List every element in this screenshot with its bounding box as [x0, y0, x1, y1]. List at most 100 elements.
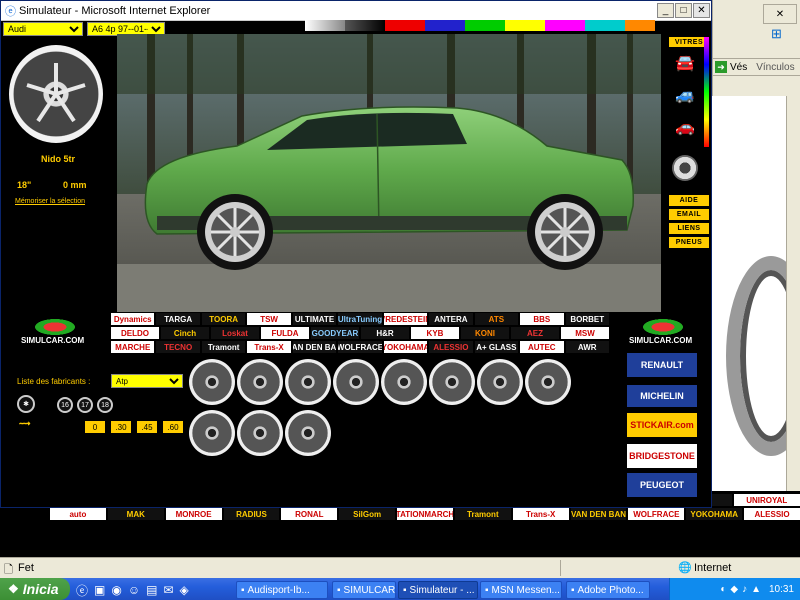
wheel-style-icon[interactable]: ✱ — [17, 395, 35, 413]
color-swatch[interactable] — [425, 20, 465, 31]
color-swatch[interactable] — [465, 20, 505, 31]
brand-logo[interactable]: ALESSIO — [429, 341, 473, 353]
peugeot-logo[interactable]: PEUGEOT — [627, 473, 697, 497]
brand-logo[interactable]: TOORA — [201, 313, 246, 325]
brand-logo[interactable]: GOODYEAR — [311, 327, 359, 339]
brand-logo[interactable]: ALESSIO — [744, 508, 800, 520]
michelin-logo[interactable]: MICHELIN — [627, 385, 697, 407]
wheel-thumbnail[interactable] — [429, 359, 475, 405]
wheel-thumbnail[interactable] — [189, 359, 235, 405]
car-view-icon[interactable]: 🚘 — [669, 53, 701, 73]
brand-logo[interactable]: UltraTuning — [338, 313, 382, 325]
brand-logo[interactable]: VAN DEN BAN — [292, 341, 337, 353]
ie-icon[interactable]: ⓔ — [76, 582, 88, 599]
brand-logo[interactable]: MARCHE — [111, 341, 155, 353]
stickair-logo[interactable]: STICKAIR.com — [627, 413, 697, 437]
media-icon[interactable]: ◉ — [111, 583, 121, 597]
brand-logo[interactable]: RADIUS — [223, 508, 280, 520]
wheel-size-button[interactable]: 18 — [97, 397, 113, 413]
background-scrollbar[interactable] — [786, 96, 800, 491]
minimize-button[interactable]: _ — [657, 3, 674, 18]
wheel-thumbnail[interactable] — [285, 410, 331, 456]
close-button[interactable]: ✕ — [693, 3, 710, 18]
go-button[interactable]: Vés — [730, 62, 747, 73]
volume-icon[interactable]: ♪ — [742, 584, 747, 595]
taskbar-button[interactable]: ▪ Audisport-Ib... — [236, 581, 328, 599]
offset-button[interactable]: .30 — [111, 421, 131, 433]
taskbar-button[interactable]: ▪ Adobe Photo... — [566, 581, 650, 599]
app-icon-2[interactable]: ◈ — [180, 583, 189, 597]
brand-logo[interactable]: TECNO — [156, 341, 200, 353]
brand-logo[interactable]: STATIONMARCHE — [397, 508, 453, 520]
folder-icon[interactable]: ▤ — [146, 583, 157, 597]
brand-logo[interactable]: BORBET — [565, 313, 609, 325]
color-swatch[interactable] — [545, 20, 585, 31]
taskbar-button[interactable]: ▪ MSN Messen... — [480, 581, 562, 599]
taskbar-button[interactable]: ▪SIMULCAR.C... — [332, 581, 396, 599]
brand-logo[interactable]: YOKOHAMA — [383, 341, 428, 353]
brand-logo[interactable]: AEZ — [511, 327, 559, 339]
brand-logo[interactable]: TARGA — [156, 313, 200, 325]
wheel-thumbnail[interactable] — [381, 359, 427, 405]
app-icon[interactable]: ✉ — [163, 583, 173, 597]
brand-logo[interactable]: AUTEC — [520, 341, 564, 353]
brand-logo[interactable]: auto — [50, 508, 106, 520]
tray-icon[interactable]: ◆ — [730, 584, 738, 595]
brand-logo[interactable]: Trans-X — [247, 341, 291, 353]
tray-icon[interactable]: ◐ — [720, 584, 726, 595]
wheel-thumbnail[interactable] — [237, 359, 283, 405]
brand-logo[interactable]: Cinch — [161, 327, 209, 339]
color-swatch[interactable] — [385, 20, 425, 31]
tire-pump-icon[interactable]: ⟿ — [19, 419, 45, 429]
go-arrow-icon[interactable]: ➜ — [715, 61, 727, 73]
offset-button[interactable]: .60 — [163, 421, 183, 433]
simulcar-logo-left[interactable]: SIMULCAR.COM — [21, 336, 84, 345]
pneus-button[interactable]: PNEUS — [669, 237, 709, 248]
brand-logo[interactable]: YOKOHAMA — [686, 508, 743, 520]
brand-logo[interactable]: FULDA — [261, 327, 309, 339]
offset-button[interactable]: 0 — [85, 421, 105, 433]
color-swatch[interactable] — [585, 20, 625, 31]
brand-logo[interactable]: KONI — [461, 327, 509, 339]
brand-logo[interactable]: DELDO — [111, 327, 159, 339]
brand-logo[interactable]: WOLFRACE — [338, 341, 382, 353]
brand-logo[interactable]: RONAL — [281, 508, 338, 520]
brand-logo[interactable]: Loskat — [211, 327, 259, 339]
color-swatch[interactable] — [505, 20, 545, 31]
brand-logo[interactable]: VREDESTEIN — [383, 313, 428, 325]
wheel-size-button[interactable]: 16 — [57, 397, 73, 413]
color-swatch[interactable] — [625, 20, 655, 31]
start-button[interactable]: ❖ Inicia — [0, 578, 70, 600]
messenger-icon[interactable]: ☺ — [128, 583, 140, 597]
brand-logo[interactable]: MONROE — [165, 508, 222, 520]
brand-logo[interactable]: Dynamics — [111, 313, 155, 325]
brand-logo[interactable]: AWR — [565, 341, 609, 353]
wheel-thumbnail[interactable] — [525, 359, 571, 405]
brand-logo[interactable]: Tramont — [201, 341, 246, 353]
aide-button[interactable]: AIDE — [669, 195, 709, 206]
renault-logo[interactable]: RENAULT — [627, 353, 697, 377]
brand-logo[interactable]: ATS — [474, 313, 519, 325]
brand-logo[interactable]: MAK — [107, 508, 164, 520]
wheel-thumbnail[interactable] — [285, 359, 331, 405]
brand-logo[interactable]: VAN DEN BAN — [570, 508, 627, 520]
wheel-thumbnail[interactable] — [477, 359, 523, 405]
manufacturer-select[interactable]: Atp — [111, 374, 183, 388]
taskbar-button[interactable]: ▪ Simulateur - ... — [398, 581, 478, 599]
close-icon[interactable]: ✕ — [763, 4, 797, 24]
maximize-button[interactable]: □ — [675, 3, 692, 18]
color-swatch[interactable] — [305, 20, 345, 31]
color-swatch[interactable] — [345, 20, 385, 31]
wheel-size-button[interactable]: 17 — [77, 397, 93, 413]
brand-logo[interactable]: TSW — [247, 313, 291, 325]
wheel-thumbnail[interactable] — [189, 410, 235, 456]
make-select[interactable]: Audi — [3, 22, 83, 36]
email-button[interactable]: EMAIL — [669, 209, 709, 220]
simulcar-logo-right[interactable]: SIMULCAR.COM — [629, 336, 692, 345]
car-side-icon[interactable]: 🚗 — [669, 117, 701, 137]
save-selection-link[interactable]: Mémoriser la sélection — [15, 198, 85, 205]
links-label[interactable]: Vínculos — [756, 62, 794, 73]
wheel-thumbnail[interactable] — [333, 359, 379, 405]
brand-logo[interactable]: MSW — [561, 327, 609, 339]
brand-logo[interactable]: BBS — [520, 313, 564, 325]
